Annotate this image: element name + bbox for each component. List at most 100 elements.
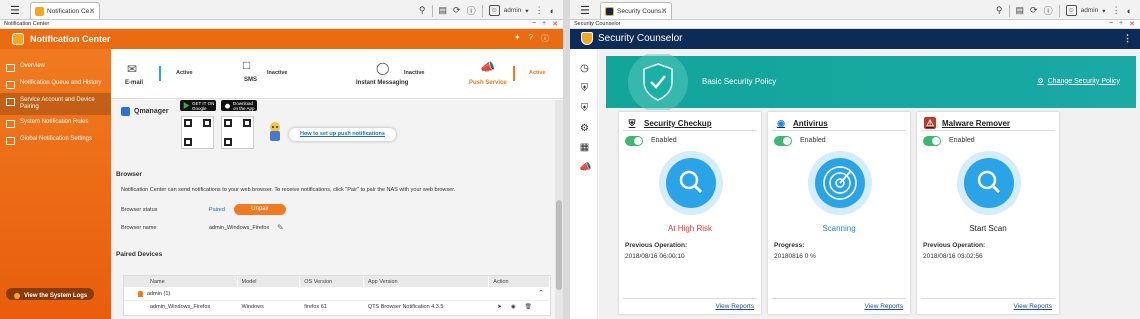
background-tasks-icon[interactable]: ▤ (439, 5, 448, 16)
external-devices-icon[interactable]: ⟳ (1030, 5, 1038, 16)
view-reports-link[interactable]: View Reports (715, 303, 754, 310)
minimize-icon[interactable]: − (1109, 20, 1113, 28)
search-icon[interactable]: ⚲ (996, 5, 1003, 16)
magnifier-icon (964, 158, 1014, 208)
sidebar-item-global-settings[interactable]: Global Notification Settings (0, 132, 111, 149)
app-tab-security-counselor[interactable]: Security Couns... ✕ (600, 2, 672, 19)
sidebar-item-overview[interactable]: Overview (0, 59, 111, 76)
send-icon[interactable]: ➤ (497, 304, 502, 312)
view-reports-link[interactable]: View Reports (1013, 303, 1052, 310)
main-menu-icon[interactable]: ☰ (580, 4, 590, 17)
channel-push-service[interactable]: 📣 Push Service Active (449, 49, 559, 98)
channel-email[interactable]: ✉ E-mail Active (111, 49, 225, 98)
tools-icon[interactable]: ✦ (514, 33, 521, 44)
change-security-policy-link[interactable]: ⚙ Change Security Policy (1037, 77, 1120, 86)
qts-taskbar: ☰ Notification Ce... ✕ ⚲ ▤ ⟳ ⓘ ☺ admin ▾ ⋮… (0, 0, 563, 20)
browser-name-label: Browser name (121, 225, 157, 231)
close-icon[interactable]: ✕ (1129, 20, 1135, 28)
info-label: Previous Operation: (625, 242, 688, 249)
taskbar-divider (1058, 4, 1060, 17)
view-system-logs-button[interactable]: View the System Logs (6, 288, 94, 300)
security-policy-banner: Basic Security Policy ⚙ Change Security P… (606, 54, 1136, 110)
sidebar-item-system-rules[interactable]: System Notification Rules (0, 115, 111, 132)
window-titlebar: Notification Center − + ✕ (0, 20, 563, 29)
apps-grid-icon[interactable]: ▦ (579, 142, 590, 153)
info-value: 20180816 0 % (774, 253, 816, 260)
column-header: OS Version (300, 276, 364, 287)
overview-icon (6, 64, 15, 72)
enabled-toggle[interactable] (774, 136, 792, 146)
google-play-badge[interactable]: GET IT ON Google play (180, 100, 216, 116)
sidebar-item-queue-history[interactable]: Notification Queue and History (0, 76, 111, 93)
app-title: Security Counselor (598, 33, 683, 44)
howto-push-link[interactable]: How to set up push notifications (289, 128, 396, 141)
window-titlebar: Security Counselor − + ✕ (570, 20, 1140, 29)
start-scan-button[interactable] (957, 151, 1021, 215)
close-tab-icon[interactable]: ✕ (89, 7, 95, 15)
paired-devices-title: Paired Devices (116, 251, 163, 258)
column-header: Name (124, 276, 238, 287)
antivirus-icon[interactable]: ⛨ (579, 103, 590, 114)
malware-remover-card: ⚠ Malware Remover Enabled Start Scan Prev… (917, 112, 1059, 314)
event-notifications-icon[interactable]: ⓘ (467, 4, 476, 17)
notification-center-logo (12, 33, 24, 45)
background-tasks-icon[interactable]: ▤ (1016, 5, 1025, 16)
checkup-status: At High Risk (667, 224, 712, 233)
user-menu[interactable]: ☺ admin ▾ (1065, 5, 1106, 16)
close-icon[interactable]: ✕ (552, 20, 558, 28)
card-title-link[interactable]: Malware Remover (942, 119, 1010, 128)
info-icon[interactable]: ⓘ (541, 33, 549, 44)
divider (623, 130, 757, 131)
sidebar-item-label: Global Notification Settings (20, 136, 93, 142)
main-menu-icon[interactable]: ☰ (10, 4, 20, 17)
close-tab-icon[interactable]: ✕ (661, 7, 667, 15)
channel-status: Active (176, 70, 193, 76)
delete-icon[interactable]: 🗑 (525, 304, 532, 312)
announcement-icon[interactable]: 📣 (579, 162, 591, 173)
maximize-icon[interactable]: + (542, 20, 546, 28)
view-reports-link[interactable]: View Reports (864, 303, 903, 310)
security-counselor-tab-icon (605, 7, 614, 16)
user-menu[interactable]: ☺ admin ▾ (488, 5, 529, 16)
scrollbar[interactable] (555, 100, 563, 319)
more-options-icon[interactable]: ⋮ (1123, 33, 1132, 44)
external-devices-icon[interactable]: ⟳ (453, 5, 461, 16)
channel-instant-messaging[interactable]: ◯ Instant Messaging Inactive (331, 49, 449, 98)
username: admin (1080, 7, 1099, 14)
user-icon: ☺ (488, 5, 500, 16)
search-icon[interactable]: ⚲ (419, 5, 426, 16)
maximize-icon[interactable]: + (1119, 20, 1123, 28)
start-checkup-button[interactable] (659, 151, 723, 215)
chevron-down-icon: ▾ (525, 7, 529, 15)
stop-icon[interactable]: ◉ (511, 304, 516, 312)
minimize-icon[interactable]: − (532, 20, 536, 28)
channel-label: Instant Messaging (356, 80, 409, 86)
window-title: Security Counselor (574, 21, 621, 27)
settings-gear-icon[interactable]: ⚙ (579, 123, 590, 134)
sidebar-item-service-account[interactable]: Service Account and Device Pairing (0, 93, 111, 115)
security-checkup-icon[interactable]: ⛨ (579, 83, 590, 94)
unpair-button[interactable]: Unpair (234, 204, 286, 215)
shield-search-icon: ⛨ (628, 118, 636, 128)
enabled-toggle[interactable] (923, 136, 941, 146)
edit-icon[interactable]: ✎ (277, 223, 284, 232)
more-icon[interactable]: ⋮ (535, 5, 544, 16)
card-title-link[interactable]: Security Checkup (644, 119, 712, 128)
scrollbar-thumb[interactable] (556, 200, 562, 290)
dashboard-icon[interactable]: ◐ (1127, 6, 1132, 16)
app-store-badge[interactable]: Download on the App Store (221, 100, 257, 116)
scan-status-button[interactable] (808, 151, 872, 215)
dashboard-icon[interactable]: ◐ (550, 6, 555, 16)
chevron-up-icon[interactable]: ⌃ (538, 289, 544, 297)
channel-status: Inactive (267, 70, 288, 76)
more-icon[interactable]: ⋮ (1112, 5, 1121, 16)
column-header: Model (238, 276, 301, 287)
event-notifications-icon[interactable]: ⓘ (1044, 4, 1053, 17)
channel-sms[interactable]: □ SMS Inactive (225, 49, 331, 98)
enabled-toggle[interactable] (625, 136, 643, 146)
help-icon[interactable]: ? (529, 33, 533, 44)
card-title-link[interactable]: Antivirus (793, 119, 828, 128)
app-tab-notification-center[interactable]: Notification Ce... ✕ (30, 2, 100, 19)
table-group-row[interactable]: admin (1) ⌃ (124, 287, 550, 301)
dashboard-gauge-icon[interactable]: ◷ (579, 63, 590, 74)
